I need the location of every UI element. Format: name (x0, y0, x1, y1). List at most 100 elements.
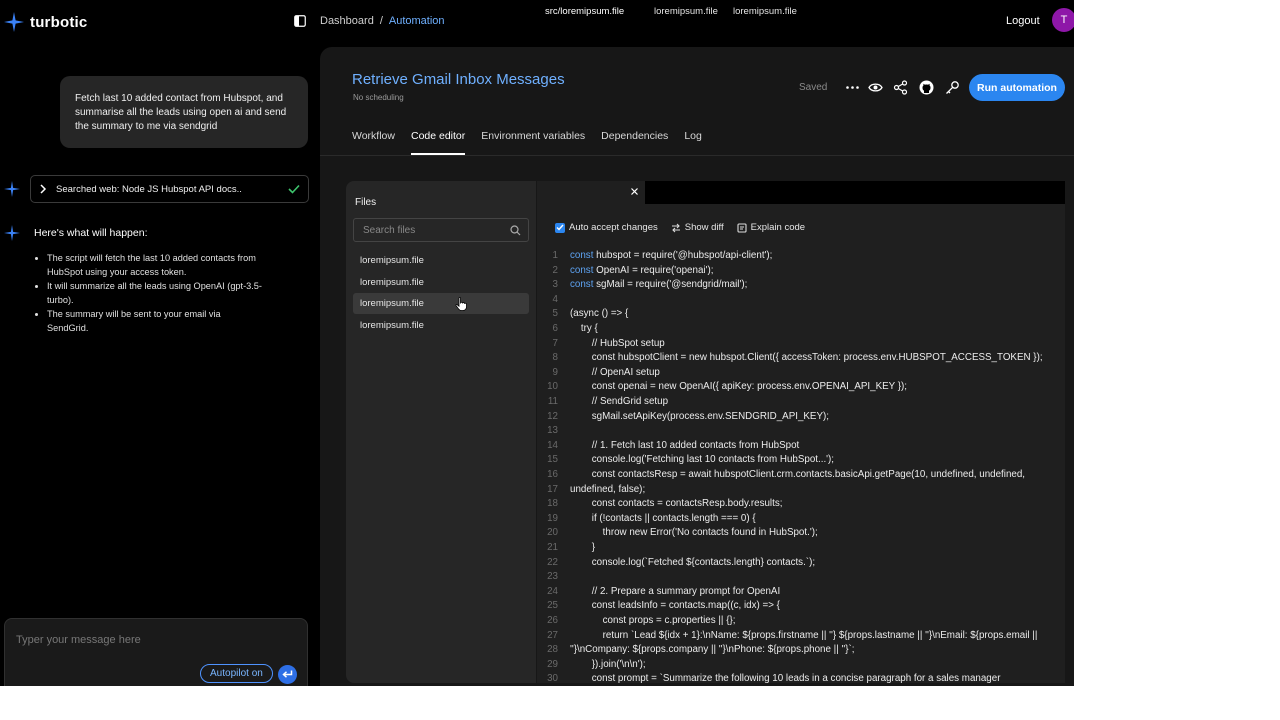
tab-bar: Workflow Code editor Environment variabl… (352, 130, 718, 155)
line-number: 9 (552, 366, 558, 378)
tab-code-editor[interactable]: Code editor (410, 130, 466, 155)
save-status: Saved (799, 82, 828, 93)
line-number: 7 (552, 337, 558, 349)
file-item[interactable]: loremipsum.file (353, 315, 529, 336)
code-text: console.log(`Fetched ${contacts.length} … (570, 556, 816, 568)
code-text: // OpenAI setup (570, 366, 660, 378)
code-keyword: const (570, 279, 594, 291)
code-text: // HubSpot setup (570, 337, 665, 349)
breadcrumb-separator: / (379, 15, 383, 27)
line-number: 11 (547, 396, 558, 407)
line-number: 10 (547, 381, 558, 393)
brand-logo[interactable]: turbotic (3, 11, 87, 33)
automation-title[interactable]: Retrieve Gmail Inbox Messages (352, 71, 565, 88)
code-text: // 2. Prepare a summary prompt for OpenA… (570, 585, 781, 597)
line-number: 29 (547, 658, 558, 670)
logout-link[interactable]: Logout (1006, 15, 1040, 27)
code-text: const hubspotClient = new hubspot.Client… (570, 352, 1043, 364)
plan-item: The script will fetch the last 10 added … (47, 251, 262, 279)
code-text: ''}\nCompany: ${props.company || ''}\nPh… (570, 644, 855, 656)
show-diff-label: Show diff (684, 222, 724, 233)
line-number: 28 (547, 644, 558, 656)
sidebar-toggle-icon[interactable] (294, 15, 306, 27)
line-number: 25 (547, 600, 558, 612)
editor-tab-active (537, 181, 645, 204)
code-text: // 1. Fetch last 10 added contacts from … (570, 439, 800, 451)
explain-code-label: Explain code (750, 222, 806, 233)
assistant-icon (4, 225, 20, 241)
editor-tab[interactable]: loremipsum.file (733, 6, 797, 17)
code-text: return `Lead ${idx + 1}:\nName: ${props.… (570, 629, 1038, 641)
breadcrumb-automation[interactable]: Automation (389, 15, 445, 27)
plan-item: The summary will be sent to your email v… (47, 307, 262, 335)
message-composer: Autopilot on (4, 618, 308, 686)
file-item-selected[interactable]: loremipsum.file (353, 293, 529, 314)
search-icon[interactable] (510, 225, 521, 236)
editor-toolbar: Auto accept changes Show diff Explain co… (555, 222, 818, 233)
file-search (353, 218, 529, 242)
enter-icon (282, 670, 293, 678)
brand-name: turbotic (30, 13, 88, 31)
diff-icon (671, 223, 680, 232)
explain-icon (737, 222, 747, 233)
avatar[interactable]: T (1052, 8, 1074, 32)
line-number: 4 (552, 293, 558, 305)
autopilot-toggle[interactable]: Autopilot on (200, 664, 273, 683)
auto-accept-toggle[interactable]: Auto accept changes (555, 222, 658, 233)
code-keyword: const (570, 264, 594, 276)
line-number: 8 (552, 352, 558, 364)
line-number: 24 (547, 585, 558, 597)
eye-icon[interactable] (868, 80, 883, 95)
tab-workflow[interactable]: Workflow (352, 130, 395, 155)
user-message: Fetch last 10 added contact from Hubspot… (60, 76, 308, 148)
run-automation-button[interactable]: Run automation (969, 74, 1065, 101)
line-number: 2 (552, 264, 558, 276)
explain-code-button[interactable]: Explain code (737, 222, 805, 233)
share-icon[interactable] (893, 80, 908, 95)
code-text: const props = c.properties || {}; (570, 615, 736, 626)
code-text: const contacts = contactsResp.body.resul… (570, 498, 783, 510)
line-number: 3 (552, 279, 558, 291)
breadcrumb-dashboard[interactable]: Dashboard (320, 15, 374, 27)
code-text: const openai = new OpenAI({ apiKey: proc… (570, 381, 907, 393)
code-text: throw new Error('No contacts found in Hu… (570, 527, 818, 539)
hand-cursor-icon (455, 297, 467, 311)
line-number: 21 (547, 542, 558, 553)
file-item[interactable]: loremipsum.file (353, 250, 529, 271)
key-icon[interactable] (945, 80, 960, 95)
line-number: 23 (547, 571, 558, 583)
schedule-status: No scheduling (353, 93, 404, 102)
file-item[interactable]: loremipsum.file (353, 272, 529, 293)
show-diff-button[interactable]: Show diff (671, 222, 724, 233)
plan-item: It will summarize all the leads using Op… (47, 279, 262, 307)
tab-log[interactable]: Log (684, 130, 702, 155)
tab-dependencies[interactable]: Dependencies (601, 130, 668, 155)
close-icon[interactable] (631, 188, 638, 195)
assistant-icon (4, 181, 20, 197)
search-step-card[interactable]: Searched web: Node JS Hubspot API docs.. (30, 175, 309, 203)
line-number: 15 (547, 454, 558, 466)
checkbox-checked-icon[interactable] (555, 222, 565, 233)
line-number: 22 (547, 556, 558, 568)
send-button[interactable] (278, 665, 297, 684)
github-icon[interactable] (919, 80, 934, 95)
line-number: 18 (547, 498, 558, 510)
code-text: const OpenAI = require('openai'); (570, 264, 714, 276)
line-number: 30 (547, 673, 558, 683)
line-number: 6 (552, 323, 558, 334)
code-text: (async () => { (570, 308, 629, 320)
code-text: sgMail.setApiKey(process.env.SENDGRID_AP… (570, 410, 829, 422)
files-title: Files (355, 197, 377, 208)
code-text: const prompt = `Summarize the following … (570, 673, 1001, 683)
code-area[interactable]: 1 const hubspot = require('@hubspot/api-c… (540, 250, 1062, 683)
message-input[interactable] (14, 633, 298, 647)
more-icon[interactable] (845, 80, 860, 95)
editor-tab[interactable]: src/loremipsum.file (545, 6, 624, 17)
file-search-input[interactable] (361, 224, 505, 237)
code-text: } (570, 542, 596, 553)
code-text: const hubspot = require('@hubspot/api-cl… (570, 250, 773, 261)
tab-environment-variables[interactable]: Environment variables (481, 130, 585, 155)
editor-tab[interactable]: loremipsum.file (654, 6, 718, 17)
line-number: 14 (547, 439, 558, 451)
app-window: turbotic Dashboard / Automation Logout T… (0, 0, 1074, 686)
